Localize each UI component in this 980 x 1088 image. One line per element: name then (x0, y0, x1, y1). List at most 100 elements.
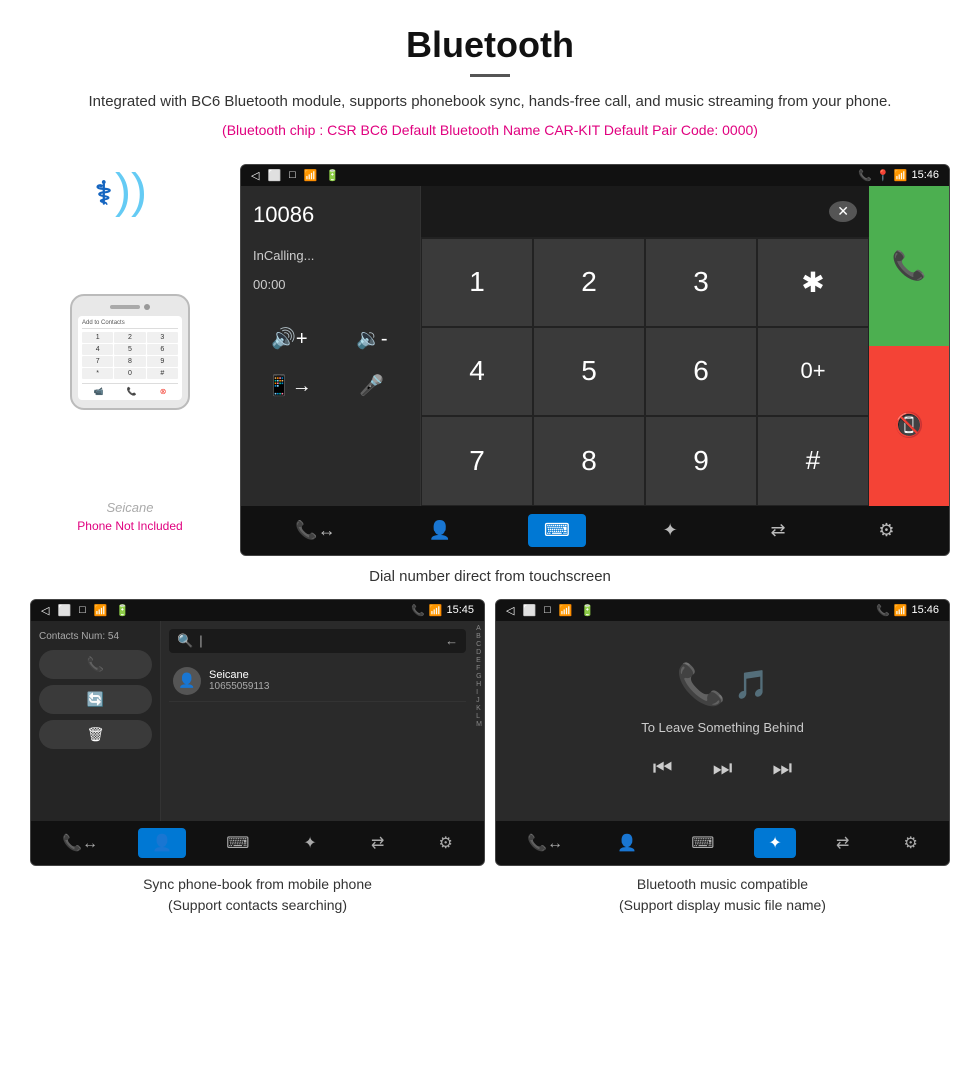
phone-bottom-bar: 📹 📞 ⊗ (82, 383, 178, 396)
dial-0plus[interactable]: 0+ (757, 327, 869, 416)
page-header: Bluetooth Integrated with BC6 Bluetooth … (0, 0, 980, 164)
nav-settings-btn[interactable]: ⚙ (862, 514, 910, 547)
car-timer: 00:00 (253, 277, 408, 292)
music-nav-bluetooth-btn[interactable]: ✦ (754, 828, 795, 858)
dial-3[interactable]: 3 (645, 238, 757, 327)
seicane-watermark: Seicane (107, 500, 154, 515)
music-nav-dialpad-btn[interactable]: ⌨ (677, 828, 728, 858)
contact-list-item[interactable]: 👤 Seicane 10655059113 (169, 661, 466, 702)
contacts-main: Contacts Num: 54 📞 🔄 🗑 🔍 | ← 👤 (31, 621, 484, 821)
phone-mockup: Add to Contacts 1 2 3 4 5 6 7 8 9 * 0 # (70, 294, 190, 410)
music-next-btn[interactable]: ⏭ (772, 755, 792, 781)
music-play-pause-btn[interactable]: ⏭ (713, 755, 733, 781)
contacts-nav-contacts-btn[interactable]: 👤 (138, 828, 186, 858)
nav-dialpad-btn[interactable]: ⌨ (528, 514, 586, 547)
end-call-button[interactable]: 📵 (869, 346, 949, 506)
car-keypad: 1 2 3 ✱ 4 5 6 0+ 7 8 9 # (421, 238, 869, 506)
mic-icon[interactable]: 🎤 (336, 367, 409, 404)
car-input-row: ✕ (421, 186, 869, 238)
dial-key-1: 1 (82, 332, 113, 343)
wifi-status-icon: 📶 (894, 169, 908, 182)
contact-avatar: 👤 (173, 667, 201, 695)
music-battery-icon: 🔋 (581, 604, 595, 617)
location-icon: 📍 (876, 169, 890, 182)
music-nav-settings-btn[interactable]: ⚙ (890, 828, 932, 858)
add-contacts-label: Add to Contacts (82, 320, 125, 326)
music-screen: ◁ ⬜ □ 📶 🔋 📞 📶 15:46 📞 🎵 To Lea (495, 599, 950, 866)
oval-icon: ⬜ (267, 169, 281, 182)
contacts-oval-icon: ⬜ (57, 604, 71, 617)
phone-end-icon: ⊗ (160, 387, 167, 396)
contacts-nav-settings-btn[interactable]: ⚙ (425, 828, 467, 858)
contact-phone: 10655059113 (209, 681, 269, 692)
music-status-bar: ◁ ⬜ □ 📶 🔋 📞 📶 15:46 (496, 600, 949, 621)
dial-star[interactable]: ✱ (757, 238, 869, 327)
car-controls: 🔊+ 🔉- 📱→ 🎤 (253, 320, 408, 404)
sync-contacts-btn[interactable]: 🔄 (39, 685, 152, 714)
phone-not-included-label: Phone Not Included (77, 519, 182, 533)
dial-7[interactable]: 7 (421, 416, 533, 505)
dial-key-7: 7 (82, 356, 113, 367)
nav-contacts-btn[interactable]: 👤 (413, 514, 467, 547)
dial-key-0: 0 (114, 368, 145, 379)
music-signal-icon: 📶 (559, 604, 573, 617)
dial-key-6: 6 (147, 344, 178, 355)
phone-screen-header: Add to Contacts (82, 320, 178, 329)
contacts-screenshot: ◁ ⬜ □ 📶 🔋 📞 📶 15:45 Contacts Num: 54 📞 (30, 599, 485, 924)
contacts-caption-text: Sync phone-book from mobile phone(Suppor… (143, 876, 372, 913)
phone-camera (144, 304, 150, 310)
dial-hash[interactable]: # (757, 416, 869, 505)
dial-2[interactable]: 2 (533, 238, 645, 327)
car-bottom-nav: 📞↔ 👤 ⌨ ✦ ⇄ ⚙ (241, 506, 949, 555)
music-prev-btn[interactable]: ⏮ (653, 755, 673, 781)
phone-dialpad: 1 2 3 4 5 6 7 8 9 * 0 # (82, 332, 178, 379)
delete-contact-btn[interactable]: 🗑 (39, 720, 152, 749)
music-bottom-nav: 📞↔ 👤 ⌨ ✦ ⇄ ⚙ (496, 821, 949, 865)
transfer-call-icon[interactable]: 📱→ (253, 367, 326, 404)
dial-6[interactable]: 6 (645, 327, 757, 416)
delete-button[interactable]: ✕ (829, 201, 857, 222)
signal-icon: 📶 (304, 169, 318, 182)
music-main: 📞 🎵 To Leave Something Behind ⏮ ⏭ ⏭ (496, 621, 949, 821)
call-contact-btn[interactable]: 📞 (39, 650, 152, 679)
nav-phone-transfer-btn[interactable]: 📞↔ (279, 514, 351, 547)
volume-up-icon[interactable]: 🔊+ (253, 320, 326, 357)
dial-key-5: 5 (114, 344, 145, 355)
music-oval-icon: ⬜ (522, 604, 536, 617)
nav-transfer-btn[interactable]: ⇄ (755, 514, 802, 547)
dial-9[interactable]: 9 (645, 416, 757, 505)
dial-5[interactable]: 5 (533, 327, 645, 416)
dial-key-2: 2 (114, 332, 145, 343)
dial-key-3: 3 (147, 332, 178, 343)
dial-key-4: 4 (82, 344, 113, 355)
contacts-search-bar[interactable]: 🔍 | ← (169, 629, 466, 653)
music-status-right: 📞 📶 15:46 (876, 604, 939, 617)
bluetooth-icon-area: )) ⚕ (65, 164, 195, 244)
nav-bluetooth-btn[interactable]: ✦ (647, 514, 694, 547)
phone-speaker (110, 305, 140, 309)
contacts-nav-phone-btn[interactable]: 📞↔ (48, 828, 112, 858)
contacts-signal-icon: 📶 (94, 604, 108, 617)
volume-down-icon[interactable]: 🔉- (336, 320, 409, 357)
contacts-count: Contacts Num: 54 (39, 631, 152, 642)
music-nav-contacts-btn[interactable]: 👤 (603, 828, 651, 858)
music-nav-transfer-btn[interactable]: ⇄ (822, 828, 863, 858)
contacts-nav-transfer-btn[interactable]: ⇄ (357, 828, 398, 858)
search-cursor: | (199, 633, 202, 648)
phone-mockup-area: )) ⚕ Add to Contacts 1 2 3 4 5 6 7 (30, 164, 230, 533)
car-calling-status: InCalling... (253, 248, 408, 263)
music-nav-phone-btn[interactable]: 📞↔ (513, 828, 577, 858)
contacts-nav-bluetooth-btn[interactable]: ✦ (289, 828, 330, 858)
dial-4[interactable]: 4 (421, 327, 533, 416)
contacts-nav-dialpad-btn[interactable]: ⌨ (212, 828, 263, 858)
contact-name: Seicane (209, 669, 269, 681)
contacts-right-panel: 🔍 | ← 👤 Seicane 10655059113 (161, 621, 474, 821)
call-button[interactable]: 📞 (869, 186, 949, 346)
dial-8[interactable]: 8 (533, 416, 645, 505)
contacts-wifi-icon: 📶 (429, 604, 443, 617)
contacts-status-left: ◁ ⬜ □ 📶 🔋 (41, 604, 129, 617)
dial-1[interactable]: 1 (421, 238, 533, 327)
contacts-caption: Sync phone-book from mobile phone(Suppor… (30, 866, 485, 924)
status-time: 15:46 (911, 169, 939, 181)
page-title: Bluetooth (40, 24, 940, 66)
